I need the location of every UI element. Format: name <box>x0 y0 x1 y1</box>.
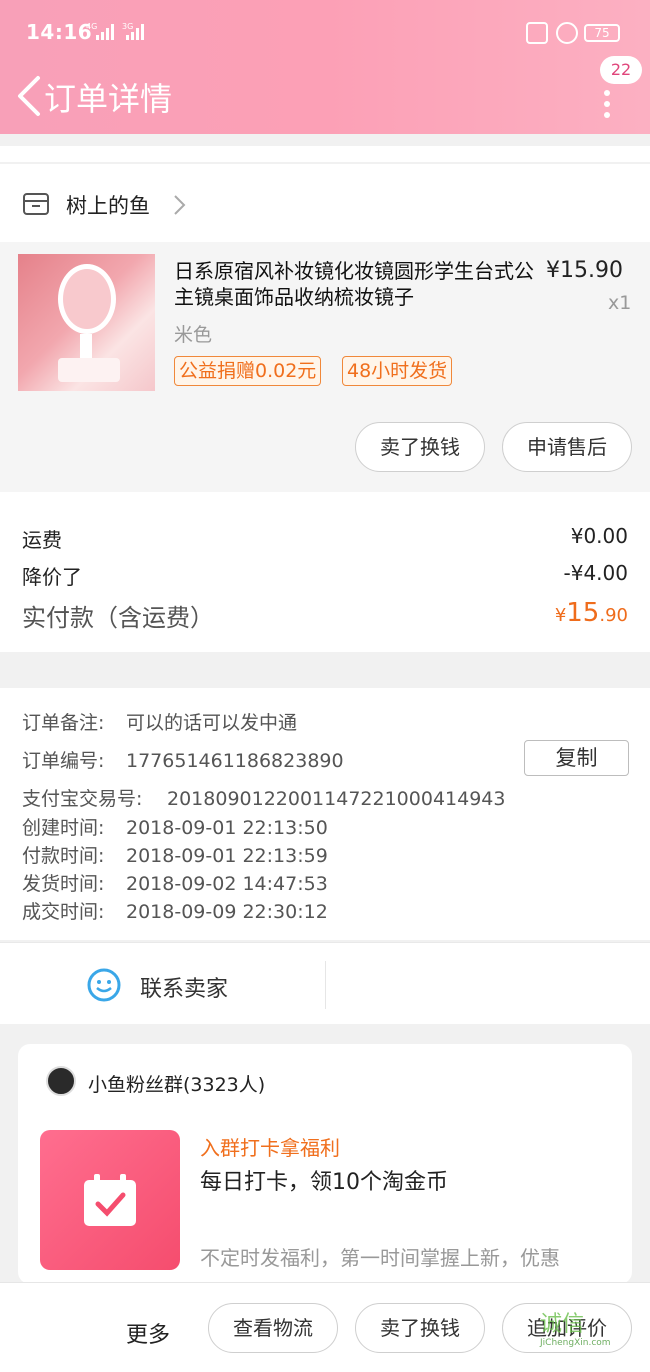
shipping-tag: 48小时发货 <box>342 356 453 386</box>
product-spec: 米色 <box>174 324 213 346</box>
calendar-check-icon <box>84 1174 136 1226</box>
fee-summary: 运费 ¥0.00 降价了 -¥4.00 实付款（含运费） ¥15.90 <box>0 492 650 652</box>
discount-value: -¥4.00 <box>563 561 628 585</box>
promo-image[interactable] <box>40 1130 180 1270</box>
header-bar: 14:16 4G 3G 75 订单详情 22 <box>0 0 650 134</box>
charity-tag: 公益捐赠0.02元 <box>174 356 322 386</box>
signal-1-icon <box>96 24 114 40</box>
discount-label: 降价了 <box>22 565 82 589</box>
site-watermark: 诚信 JiChengXin.com <box>540 1312 611 1348</box>
order-item[interactable]: 日系原宿风补妆镜化妆镜圆形学生台式公主镜桌面饰品收纳梳妆镜子 ¥15.90 x1… <box>0 242 650 492</box>
paid-line: 付款时间: 2018-09-01 22:13:59 <box>22 845 328 867</box>
nav-bar: 订单详情 22 <box>0 56 650 134</box>
back-arrow-icon[interactable] <box>12 72 46 120</box>
top-strip <box>0 146 650 162</box>
alipay-line: 支付宝交易号: 2018090122001147221000414943 <box>22 788 506 810</box>
order-info: 订单备注: 可以的话可以发中通 订单编号: 177651461186823890 复… <box>0 688 650 940</box>
contact-seller-bar: 联系卖家 <box>0 942 650 1024</box>
shop-name: 树上的鱼 <box>66 194 150 218</box>
lock-rotation-icon <box>556 22 578 44</box>
total-value: ¥15.90 <box>554 598 628 628</box>
resell-bottom-button[interactable]: 卖了换钱 <box>355 1303 485 1353</box>
page-title: 订单详情 <box>44 80 173 118</box>
signal-2-icon <box>126 24 144 40</box>
after-sale-button[interactable]: 申请售后 <box>502 422 632 472</box>
message-count-badge: 22 <box>600 56 642 84</box>
shipping-value: ¥0.00 <box>570 524 628 548</box>
contact-seller-button[interactable]: 联系卖家 <box>140 971 228 1003</box>
order-number-line: 订单编号: 177651461186823890 <box>22 750 344 772</box>
product-price: ¥15.90 <box>546 258 623 283</box>
status-time: 14:16 <box>26 20 93 44</box>
battery-icon: 75 <box>584 24 620 42</box>
product-title[interactable]: 日系原宿风补妆镜化妆镜圆形学生台式公主镜桌面饰品收纳梳妆镜子 <box>174 258 544 310</box>
promo-description: 不定时发福利，第一时间掌握上新，优惠 <box>200 1246 560 1270</box>
view-logistics-button[interactable]: 查看物流 <box>208 1303 338 1353</box>
copy-button[interactable]: 复制 <box>524 740 629 776</box>
group-avatar <box>46 1066 76 1096</box>
total-row: 实付款（含运费） ¥15.90 <box>22 598 628 633</box>
store-icon <box>23 193 49 215</box>
more-menu-icon[interactable] <box>602 90 612 134</box>
total-label: 实付款（含运费） <box>22 604 214 632</box>
chat-face-icon[interactable] <box>86 967 122 1003</box>
more-button[interactable]: 更多 <box>126 1317 170 1349</box>
nfc-icon <box>526 22 548 44</box>
product-image[interactable] <box>18 254 155 391</box>
fan-group-card[interactable]: 小鱼粉丝群(3323人) 入群打卡拿福利 每日打卡，领10个淘金币 不定时发福利… <box>18 1044 632 1284</box>
promo-main-text: 每日打卡，领10个淘金币 <box>200 1170 448 1195</box>
shipped-line: 发货时间: 2018-09-02 14:47:53 <box>22 873 328 895</box>
chevron-right-icon <box>174 195 186 215</box>
note-line: 订单备注: 可以的话可以发中通 <box>22 712 298 734</box>
resell-button[interactable]: 卖了换钱 <box>355 422 485 472</box>
group-name[interactable]: 小鱼粉丝群(3323人) <box>88 1070 265 1097</box>
promo-title: 入群打卡拿福利 <box>200 1136 340 1160</box>
status-bar: 14:16 4G 3G 75 <box>0 0 650 64</box>
created-line: 创建时间: 2018-09-01 22:13:50 <box>22 817 328 839</box>
completed-line: 成交时间: 2018-09-09 22:30:12 <box>22 901 328 923</box>
shop-row[interactable]: 树上的鱼 <box>0 164 650 242</box>
discount-row: 降价了 -¥4.00 <box>22 561 628 590</box>
shipping-row: 运费 ¥0.00 <box>22 524 628 553</box>
divider <box>325 961 326 1009</box>
shipping-label: 运费 <box>22 528 62 552</box>
product-quantity: x1 <box>608 292 632 314</box>
